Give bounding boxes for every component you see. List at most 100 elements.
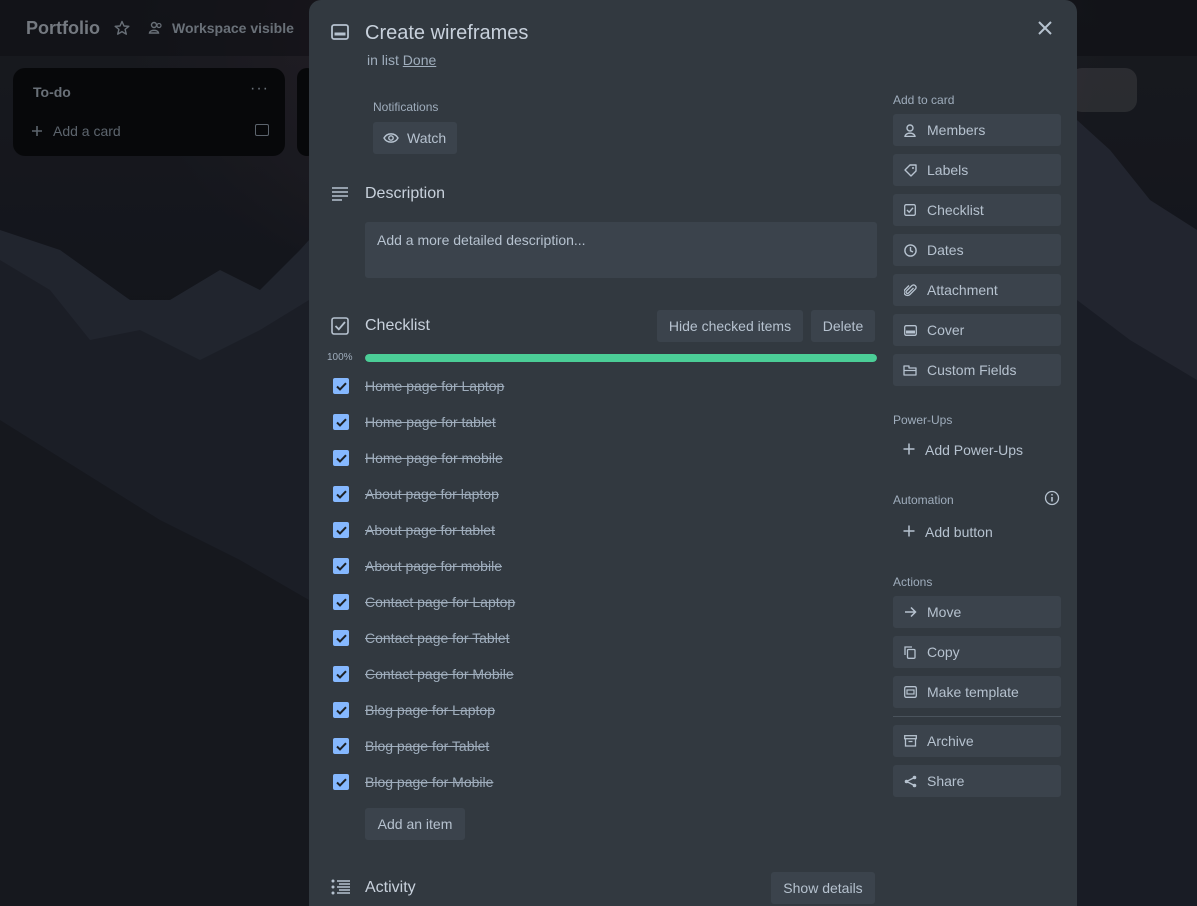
- card-title[interactable]: Create wireframes: [365, 22, 528, 45]
- activity-icon: [331, 879, 350, 895]
- archive-button[interactable]: Archive: [893, 725, 1061, 757]
- checklist-item[interactable]: Blog page for Tablet: [333, 736, 873, 772]
- share-button[interactable]: Share: [893, 765, 1061, 797]
- checklist-title[interactable]: Checklist: [365, 317, 430, 335]
- checklist-item-text[interactable]: About page for mobile: [365, 556, 502, 576]
- activity-title: Activity: [365, 879, 416, 896]
- hide-checked-items-button[interactable]: Hide checked items: [657, 310, 803, 342]
- eye-icon: [383, 133, 399, 143]
- checkbox-checked[interactable]: [333, 486, 349, 502]
- checklist-item-text[interactable]: About page for tablet: [365, 520, 495, 540]
- automation-label: Automation: [893, 493, 954, 507]
- checklist-item[interactable]: Home page for tablet: [333, 412, 873, 448]
- checklist-item-text[interactable]: Home page for tablet: [365, 412, 496, 432]
- checkbox-checked[interactable]: [333, 522, 349, 538]
- add-checklist-item-button[interactable]: Add an item: [365, 808, 465, 840]
- dates-button[interactable]: Dates: [893, 234, 1061, 266]
- checklist-item-text[interactable]: Contact page for Tablet: [365, 628, 510, 648]
- attachment-button[interactable]: Attachment: [893, 274, 1061, 306]
- cover-button[interactable]: Cover: [893, 314, 1061, 346]
- list-name-link[interactable]: Done: [403, 52, 436, 68]
- move-button[interactable]: Move: [893, 596, 1061, 628]
- in-list-prefix: in list: [367, 52, 399, 68]
- checklist-item[interactable]: Home page for Laptop: [333, 376, 873, 412]
- checklist-item[interactable]: Blog page for Laptop: [333, 700, 873, 736]
- info-icon[interactable]: [1044, 490, 1060, 506]
- checklist-item-text[interactable]: Home page for Laptop: [365, 376, 504, 396]
- checklist-item[interactable]: About page for mobile: [333, 556, 873, 592]
- checkbox-checked[interactable]: [333, 630, 349, 646]
- checkmark-icon: [335, 382, 347, 391]
- checkmark-icon: [335, 670, 347, 679]
- checkbox-icon: [903, 203, 917, 217]
- person-icon: [903, 123, 917, 137]
- checkbox-checked[interactable]: [333, 738, 349, 754]
- checkmark-icon: [335, 598, 347, 607]
- checklist-item-text[interactable]: Blog page for Mobile: [365, 772, 493, 792]
- attachment-label: Attachment: [927, 282, 998, 298]
- copy-label: Copy: [927, 644, 960, 660]
- checkbox-checked[interactable]: [333, 702, 349, 718]
- checklist-item-text[interactable]: Contact page for Laptop: [365, 592, 515, 612]
- labels-button[interactable]: Labels: [893, 154, 1061, 186]
- copy-button[interactable]: Copy: [893, 636, 1061, 668]
- actions-divider: [893, 716, 1061, 717]
- checkbox-checked[interactable]: [333, 558, 349, 574]
- checklist-item-text[interactable]: Blog page for Laptop: [365, 700, 495, 720]
- checklist-item[interactable]: Contact page for Mobile: [333, 664, 873, 700]
- checkbox-checked[interactable]: [333, 378, 349, 394]
- checkmark-icon: [335, 742, 347, 751]
- show-details-button[interactable]: Show details: [771, 872, 875, 904]
- checklist-item[interactable]: About page for laptop: [333, 484, 873, 520]
- members-label: Members: [927, 122, 986, 138]
- description-title: Description: [365, 185, 446, 202]
- checklist-item-text[interactable]: Home page for mobile: [365, 448, 503, 468]
- card-list-info: in list Done: [367, 52, 436, 68]
- checkmark-icon: [335, 418, 347, 427]
- checkmark-icon: [335, 562, 347, 571]
- add-button-label: Add button: [925, 524, 993, 540]
- checklist-item[interactable]: About page for tablet: [333, 520, 873, 556]
- members-button[interactable]: Members: [893, 114, 1061, 146]
- custom-fields-label: Custom Fields: [927, 362, 1017, 378]
- checkbox-checked[interactable]: [333, 594, 349, 610]
- add-automation-button[interactable]: Add button: [893, 516, 993, 548]
- checklist-progress-bar: [365, 354, 877, 362]
- paperclip-icon: [903, 283, 917, 297]
- checklist-icon: [331, 317, 349, 335]
- checklist-button[interactable]: Checklist: [893, 194, 1061, 226]
- checkbox-checked[interactable]: [333, 414, 349, 430]
- make-template-button[interactable]: Make template: [893, 676, 1061, 708]
- checklist-item[interactable]: Contact page for Tablet: [333, 628, 873, 664]
- custom-fields-button[interactable]: Custom Fields: [893, 354, 1061, 386]
- watch-label: Watch: [407, 130, 447, 146]
- checkmark-icon: [335, 706, 347, 715]
- notifications-label: Notifications: [373, 100, 439, 114]
- description-icon: [332, 187, 348, 201]
- plus-icon: [903, 442, 915, 458]
- archive-icon: [903, 734, 917, 748]
- checkbox-checked[interactable]: [333, 774, 349, 790]
- checklist-item[interactable]: Contact page for Laptop: [333, 592, 873, 628]
- checklist-item[interactable]: Blog page for Mobile: [333, 772, 873, 808]
- checklist-button-label: Checklist: [927, 202, 984, 218]
- make-template-label: Make template: [927, 684, 1019, 700]
- delete-checklist-button[interactable]: Delete: [811, 310, 875, 342]
- add-powerups-button[interactable]: Add Power-Ups: [893, 434, 1023, 466]
- dates-label: Dates: [927, 242, 964, 258]
- checklist-item-text[interactable]: Contact page for Mobile: [365, 664, 514, 684]
- add-powerups-label: Add Power-Ups: [925, 442, 1024, 458]
- archive-label: Archive: [927, 733, 974, 749]
- checkmark-icon: [335, 490, 347, 499]
- checkbox-checked[interactable]: [333, 450, 349, 466]
- share-icon: [903, 774, 917, 788]
- labels-label: Labels: [927, 162, 969, 178]
- checkmark-icon: [335, 778, 347, 787]
- checkbox-checked[interactable]: [333, 666, 349, 682]
- checklist-item-text[interactable]: Blog page for Tablet: [365, 736, 489, 756]
- checklist-item-text[interactable]: About page for laptop: [365, 484, 499, 504]
- close-button[interactable]: [1029, 12, 1061, 44]
- description-input[interactable]: Add a more detailed description...: [365, 222, 877, 278]
- checklist-item[interactable]: Home page for mobile: [333, 448, 873, 484]
- watch-button[interactable]: Watch: [373, 122, 457, 154]
